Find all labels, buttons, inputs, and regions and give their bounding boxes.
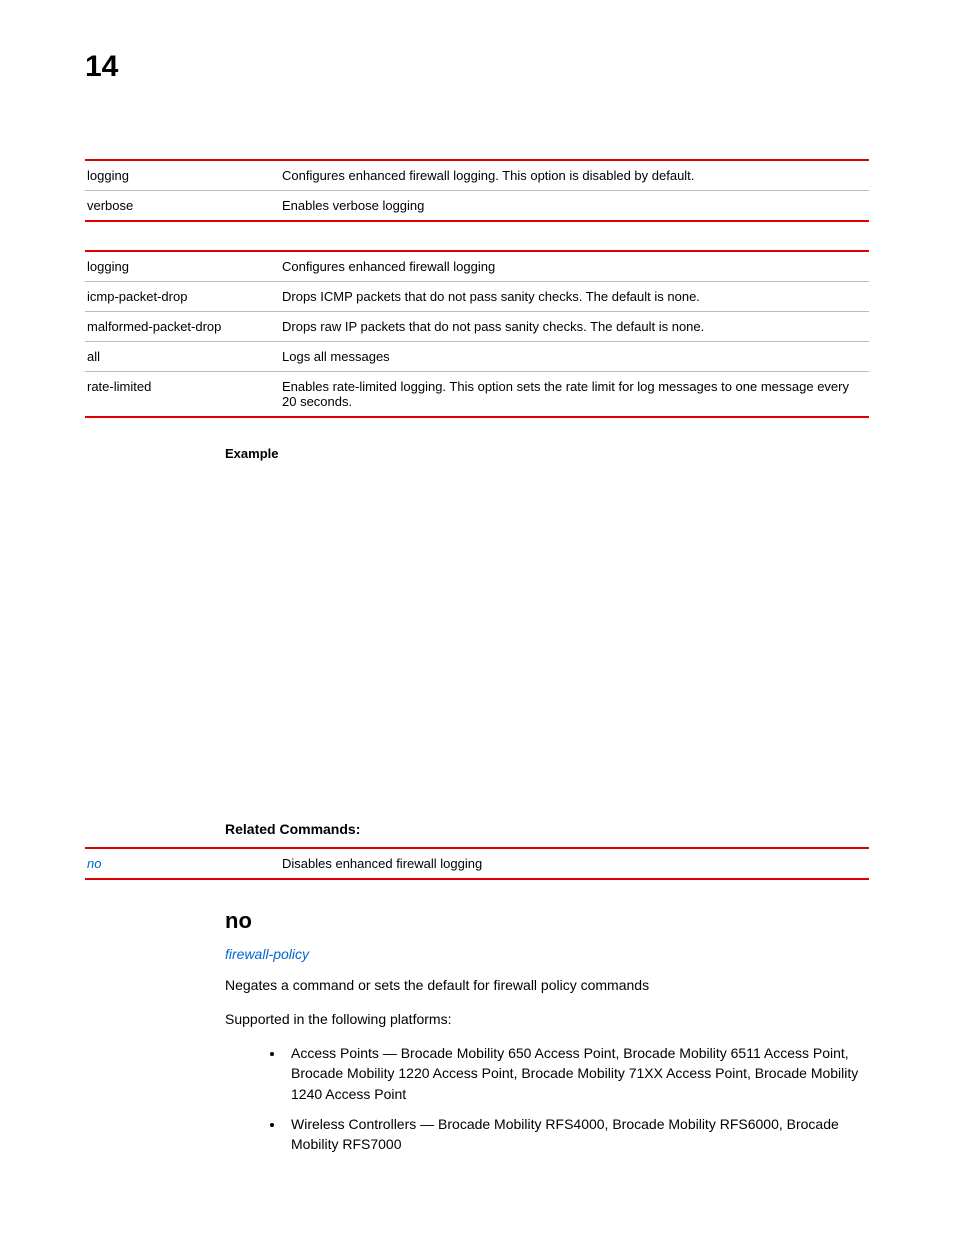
related-key[interactable]: no <box>85 848 280 879</box>
param-key: verbose <box>85 191 280 222</box>
chapter-number: 14 <box>85 50 869 84</box>
param-desc: Drops raw IP packets that do not pass sa… <box>280 312 869 342</box>
param-key: rate-limited <box>85 372 280 418</box>
param-key: logging <box>85 251 280 282</box>
table-row: loggingConfigures enhanced firewall logg… <box>85 251 869 282</box>
param-desc: Configures enhanced firewall logging <box>280 251 869 282</box>
table-row: allLogs all messages <box>85 342 869 372</box>
parameter-table-2: loggingConfigures enhanced firewall logg… <box>85 250 869 418</box>
table-row: verboseEnables verbose logging <box>85 191 869 222</box>
platforms-list: Access Points — Brocade Mobility 650 Acc… <box>225 1043 869 1154</box>
param-key: malformed-packet-drop <box>85 312 280 342</box>
table-row: icmp-packet-dropDrops ICMP packets that … <box>85 282 869 312</box>
param-desc: Logs all messages <box>280 342 869 372</box>
param-key: icmp-packet-drop <box>85 282 280 312</box>
list-item: Access Points — Brocade Mobility 650 Acc… <box>285 1043 869 1104</box>
param-desc: Enables rate-limited logging. This optio… <box>280 372 869 418</box>
example-heading: Example <box>225 446 869 461</box>
table-row: loggingConfigures enhanced firewall logg… <box>85 160 869 191</box>
param-key: all <box>85 342 280 372</box>
firewall-policy-link[interactable]: firewall-policy <box>225 946 869 962</box>
supported-platforms-label: Supported in the following platforms: <box>225 1010 869 1030</box>
table-row: noDisables enhanced firewall logging <box>85 848 869 879</box>
command-description: Negates a command or sets the default fo… <box>225 976 869 996</box>
related-desc: Disables enhanced firewall logging <box>280 848 869 879</box>
param-desc: Enables verbose logging <box>280 191 869 222</box>
parameter-table-1: loggingConfigures enhanced firewall logg… <box>85 159 869 222</box>
related-commands-heading: Related Commands: <box>225 821 869 837</box>
command-heading: no <box>225 908 869 934</box>
table-row: rate-limitedEnables rate-limited logging… <box>85 372 869 418</box>
param-desc: Drops ICMP packets that do not pass sani… <box>280 282 869 312</box>
table-row: malformed-packet-dropDrops raw IP packet… <box>85 312 869 342</box>
related-commands-table: noDisables enhanced firewall logging <box>85 847 869 880</box>
param-desc: Configures enhanced firewall logging. Th… <box>280 160 869 191</box>
list-item: Wireless Controllers — Brocade Mobility … <box>285 1114 869 1155</box>
param-key: logging <box>85 160 280 191</box>
